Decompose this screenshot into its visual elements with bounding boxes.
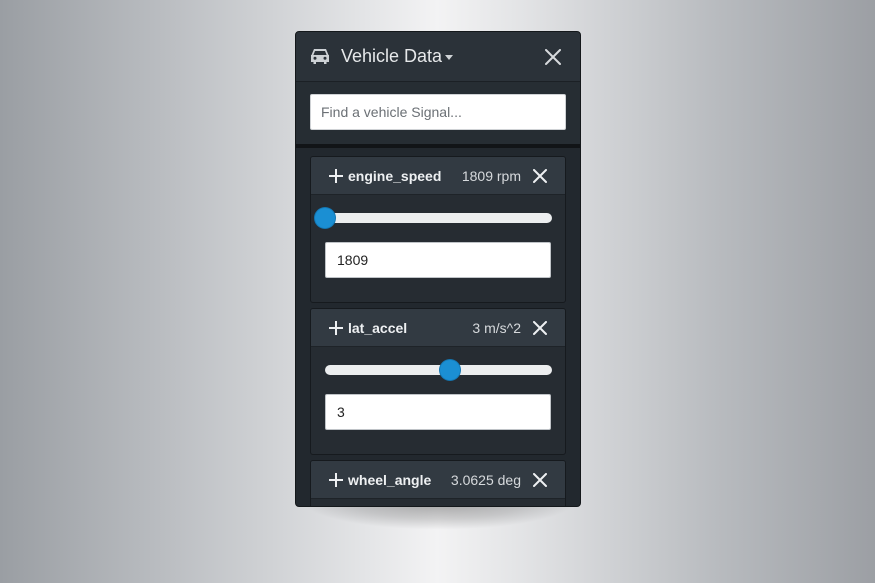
signal-name: lat_accel xyxy=(348,320,408,336)
signal-slider[interactable] xyxy=(315,208,552,228)
signal-value-input[interactable] xyxy=(325,242,551,278)
caret-down-icon[interactable] xyxy=(445,55,453,60)
signal-card-lat-accel: lat_accel 3 m/s^2 xyxy=(310,308,566,455)
signal-value-display: 3.0625 deg xyxy=(450,472,521,488)
signal-header: lat_accel 3 m/s^2 xyxy=(311,309,565,347)
plus-icon[interactable] xyxy=(329,473,343,487)
signal-header: wheel_angle 3.0625 deg xyxy=(311,461,565,499)
close-icon[interactable] xyxy=(533,473,547,487)
signal-card-wheel-angle: wheel_angle 3.0625 deg xyxy=(310,460,566,506)
close-icon[interactable] xyxy=(545,49,561,65)
vehicle-data-panel: Vehicle Data engine_speed 1809 rpm xyxy=(295,31,581,507)
signal-value-display: 3 m/s^2 xyxy=(472,320,521,336)
close-icon[interactable] xyxy=(533,169,547,183)
panel-header: Vehicle Data xyxy=(296,32,580,82)
slider-thumb[interactable] xyxy=(439,360,460,380)
signal-value-display: 1809 rpm xyxy=(461,168,521,184)
signal-name: wheel_angle xyxy=(348,472,432,488)
search-input[interactable] xyxy=(310,94,566,130)
slider-thumb[interactable] xyxy=(315,208,335,228)
car-icon xyxy=(311,49,329,64)
signal-card-engine-speed: engine_speed 1809 rpm xyxy=(310,156,566,303)
close-icon[interactable] xyxy=(533,321,547,335)
signal-header: engine_speed 1809 rpm xyxy=(311,157,565,195)
plus-icon[interactable] xyxy=(329,321,343,335)
signal-value-input[interactable] xyxy=(325,394,551,430)
search-section xyxy=(296,82,580,148)
signal-slider[interactable] xyxy=(325,360,552,380)
signal-name: engine_speed xyxy=(348,168,442,184)
plus-icon[interactable] xyxy=(329,169,343,183)
panel-title[interactable]: Vehicle Data xyxy=(341,46,442,67)
